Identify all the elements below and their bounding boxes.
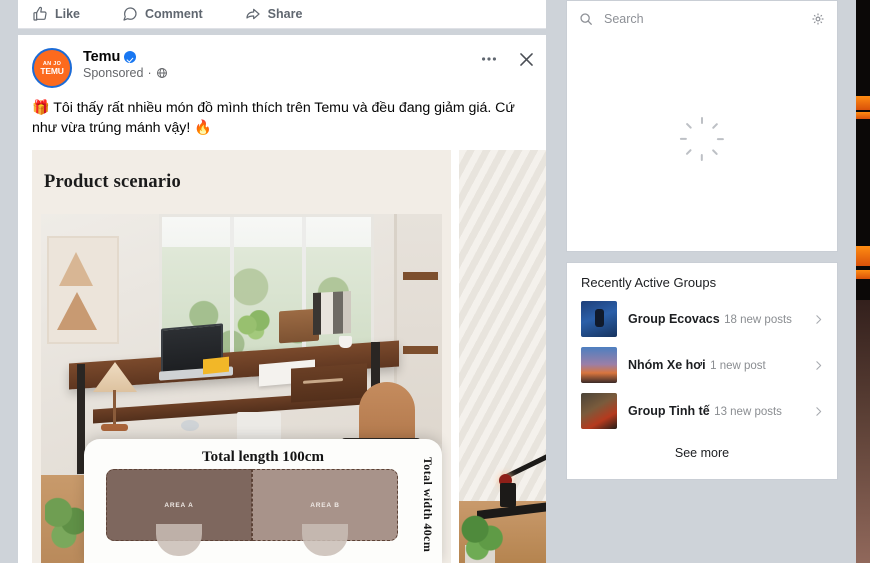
group-text: Group Ecovacs 18 new posts — [628, 310, 801, 328]
total-width-label: Total width 40cm — [421, 457, 435, 553]
strip-lower — [856, 300, 870, 563]
post-text: 🎁 Tôi thấy rất nhiều món đồ mình thích t… — [32, 100, 515, 136]
search-card: Search — [566, 0, 838, 252]
avatar[interactable]: AN JO TEMU — [32, 48, 72, 88]
post-header: AN JO TEMU Temu Sponsored · — [18, 35, 546, 95]
area-a-chair-ghost — [156, 524, 202, 556]
post-image-secondary[interactable] — [459, 150, 546, 563]
group-meta: 13 new posts — [714, 406, 782, 418]
comment-label: Comment — [145, 7, 203, 21]
window-plant — [237, 310, 271, 340]
secondary-lamp-body — [500, 483, 516, 507]
poster-name[interactable]: Temu — [83, 49, 120, 65]
strip-band — [856, 246, 870, 266]
like-button[interactable]: Like — [32, 6, 80, 22]
poster-meta: Temu Sponsored · — [83, 48, 168, 80]
chevron-right-icon[interactable] — [812, 405, 825, 418]
sponsored-post-card: AN JO TEMU Temu Sponsored · 🎁 Tôi thấy r… — [18, 35, 546, 563]
comment-button[interactable]: Comment — [122, 6, 203, 22]
sponsored-row: Sponsored · — [83, 66, 168, 80]
globe-icon — [156, 67, 168, 79]
post-media-strip: Product scenario Total length 100cm Tota… — [32, 150, 546, 563]
verified-badge-icon — [124, 51, 137, 63]
books — [313, 291, 351, 335]
group-thumbnail-icon — [581, 393, 617, 429]
comment-bubble-icon — [122, 6, 138, 22]
post-image-primary[interactable]: Product scenario Total length 100cm Tota… — [32, 150, 451, 563]
strip-band — [856, 96, 870, 110]
group-name: Group Ecovacs — [628, 312, 720, 326]
group-list-item[interactable]: Group Ecovacs 18 new posts — [567, 296, 837, 342]
group-name: Nhóm Xe hơi — [628, 358, 706, 372]
share-label: Share — [267, 7, 303, 21]
group-list-item[interactable]: Group Tinh tế 13 new posts — [567, 388, 837, 434]
mouse — [181, 420, 199, 431]
group-name: Group Tinh tế — [628, 404, 710, 418]
screen-root: Like Comment Share AN JO TEMU Temu Spons… — [0, 0, 870, 563]
recently-active-groups-card: Recently Active Groups Group Ecovacs 18 … — [566, 262, 838, 480]
secondary-plant — [459, 511, 505, 563]
area-a-region: AREA A — [106, 469, 252, 556]
yellow-note — [203, 356, 229, 375]
desk-drawer — [291, 363, 367, 403]
see-more-button[interactable]: See more — [567, 434, 837, 460]
group-meta: 1 new post — [710, 360, 766, 372]
strip-band — [856, 270, 870, 279]
share-button[interactable]: Share — [245, 6, 303, 22]
table-lamp-base — [101, 424, 128, 431]
window-mullion-1 — [230, 217, 234, 361]
groups-title: Recently Active Groups — [581, 275, 717, 290]
meta-separator: · — [147, 66, 152, 80]
search-icon — [579, 12, 593, 26]
group-meta: 18 new posts — [724, 314, 792, 326]
post-header-actions — [479, 49, 536, 69]
sponsored-label[interactable]: Sponsored — [83, 66, 143, 80]
group-text: Group Tinh tế 13 new posts — [628, 402, 801, 420]
search-row: Search — [567, 1, 837, 37]
ellipsis-icon[interactable] — [479, 49, 499, 69]
feed-column: Like Comment Share AN JO TEMU Temu Spons… — [0, 0, 556, 563]
thumbs-up-icon — [32, 6, 48, 22]
group-thumbnail-icon — [581, 301, 617, 337]
close-icon[interactable] — [517, 50, 536, 69]
group-thumbnail-icon — [581, 347, 617, 383]
storage-box — [237, 412, 281, 440]
area-b-chair-ghost — [302, 524, 348, 556]
area-b-label: AREA B — [310, 501, 340, 509]
scenario-title: Product scenario — [44, 172, 181, 192]
search-input[interactable]: Search — [604, 12, 800, 26]
chevron-right-icon[interactable] — [812, 359, 825, 372]
table-lamp-stem — [113, 390, 116, 426]
group-list-item[interactable]: Nhóm Xe hơi 1 new post — [567, 342, 837, 388]
like-label: Like — [55, 7, 81, 21]
wall-artwork — [47, 236, 119, 344]
sidebar-column: Search Recently Active Groups Group Ecov… — [556, 0, 856, 563]
group-text: Nhóm Xe hơi 1 new post — [628, 356, 801, 374]
area-b-region: AREA B — [252, 469, 398, 556]
avatar-bottom-text: TEMU — [40, 65, 64, 76]
share-arrow-icon — [245, 6, 261, 22]
gear-icon[interactable] — [811, 12, 825, 26]
area-a-label: AREA A — [164, 501, 194, 509]
loading-spinner-icon — [680, 117, 725, 161]
desk-mat-diagram: AREA A AREA B — [106, 469, 398, 556]
right-edge-strip — [856, 0, 870, 563]
floor-plant — [45, 495, 87, 553]
strip-band — [856, 112, 870, 119]
total-length-label: Total length 100cm — [202, 449, 324, 465]
post-action-bar: Like Comment Share — [18, 0, 546, 29]
dimension-callout: Total length 100cm Total width 40cm AREA… — [84, 439, 442, 563]
chevron-right-icon[interactable] — [812, 313, 825, 326]
poster-name-row: Temu — [83, 49, 168, 65]
white-cup — [339, 336, 352, 348]
